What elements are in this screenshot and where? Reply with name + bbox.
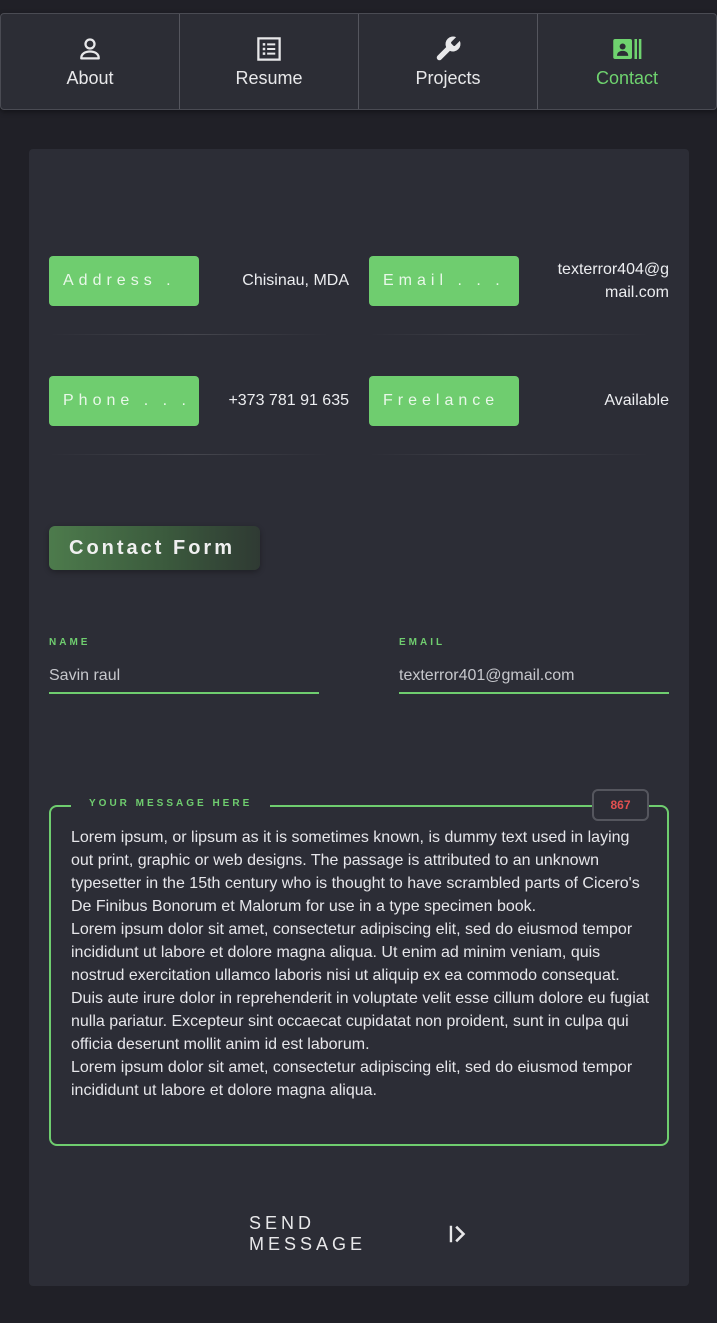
- divider: [49, 454, 329, 455]
- contact-panel: Address . Chisinau, MDA Email . . . text…: [29, 149, 689, 1286]
- user-icon: [80, 38, 100, 60]
- send-message-button[interactable]: SEND MESSAGE: [249, 1213, 469, 1254]
- email-value-line1: texterror404@g: [557, 261, 669, 278]
- name-label: NAME: [49, 637, 91, 648]
- name-input[interactable]: [49, 660, 319, 694]
- freelance-chip: Freelance: [369, 376, 519, 426]
- nav-item-resume[interactable]: Resume: [180, 14, 359, 109]
- wrench-icon: [436, 36, 461, 61]
- send-message-label: SEND MESSAGE: [249, 1213, 367, 1254]
- address-value: Chisinau, MDA: [242, 272, 349, 289]
- top-navigation: About Resume Projects Contact: [0, 13, 717, 110]
- message-label: YOUR MESSAGE HERE: [71, 798, 271, 809]
- send-icon: [449, 1225, 466, 1243]
- nav-label-projects: Projects: [415, 68, 481, 88]
- char-count-badge: 867: [592, 789, 649, 821]
- divider: [49, 334, 329, 335]
- nav-item-contact[interactable]: Contact: [538, 14, 716, 109]
- email-value-line2: mail.com: [604, 284, 669, 301]
- message-fieldset: YOUR MESSAGE HERE 867 Lorem ipsum, or li…: [49, 789, 669, 1146]
- nav-label-resume: Resume: [235, 68, 303, 88]
- phone-chip: Phone . . .: [49, 376, 199, 426]
- phone-value: +373 781 91 635: [228, 392, 349, 409]
- contact-card-icon: [613, 39, 642, 59]
- nav-item-projects[interactable]: Projects: [359, 14, 538, 109]
- info-row-address-email: Address . Chisinau, MDA Email . . . text…: [49, 256, 669, 306]
- nav-label-about: About: [66, 68, 114, 88]
- email-label: EMAIL: [399, 637, 446, 648]
- nav-item-about[interactable]: About: [1, 14, 180, 109]
- divider: [369, 454, 649, 455]
- message-textarea[interactable]: Lorem ipsum, or lipsum as it is sometime…: [71, 826, 651, 1131]
- list-icon: [257, 37, 281, 61]
- nav-label-contact: Contact: [595, 68, 659, 88]
- freelance-value: Available: [604, 392, 669, 409]
- email-value: texterror404@g mail.com: [558, 258, 669, 304]
- email-chip: Email . . .: [369, 256, 519, 306]
- email-input[interactable]: [399, 660, 669, 694]
- address-chip: Address .: [49, 256, 199, 306]
- divider: [369, 334, 649, 335]
- info-row-phone-freelance: Phone . . . +373 781 91 635 Freelance Av…: [49, 376, 669, 426]
- contact-form-title: Contact Form: [49, 526, 260, 570]
